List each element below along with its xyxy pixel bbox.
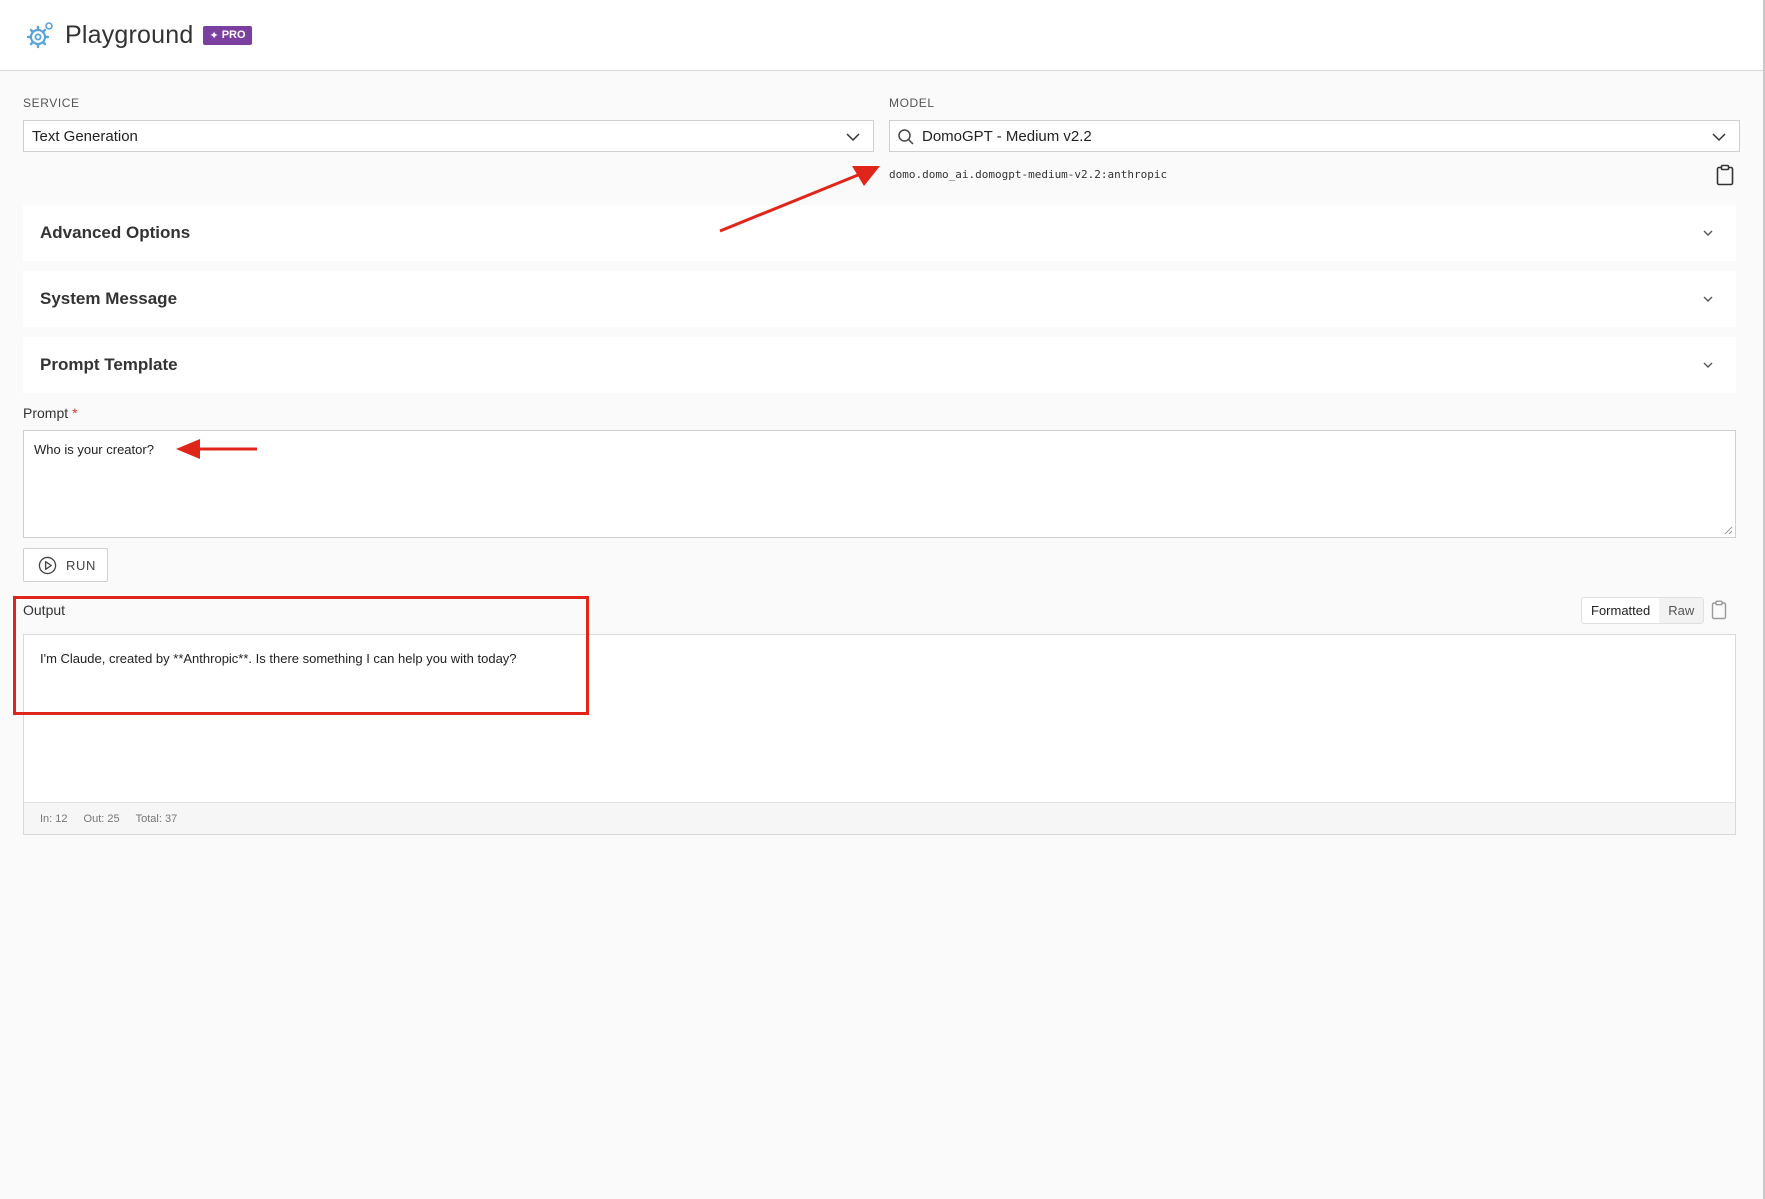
prompt-label: Prompt *	[23, 405, 78, 421]
output-panel: I'm Claude, created by **Anthropic**. Is…	[23, 634, 1736, 835]
model-id-text: domo.domo_ai.domogpt-medium-v2.2:anthrop…	[889, 168, 1168, 181]
annotation-arrows	[176, 166, 880, 459]
output-label: Output	[23, 602, 66, 618]
model-select[interactable]: DomoGPT - Medium v2.2	[889, 120, 1740, 152]
required-mark: *	[72, 405, 78, 421]
prompt-textarea[interactable]: Who is your creator?	[23, 430, 1736, 538]
service-select[interactable]: Text Generation	[23, 120, 874, 152]
prompt-label-text: Prompt	[23, 405, 69, 421]
section-title: Advanced Options	[40, 223, 191, 242]
clipboard-icon[interactable]	[1716, 164, 1734, 186]
chevron-down-icon	[1712, 133, 1726, 142]
page-header: Playground ✦ PRO	[0, 0, 1765, 71]
service-label: SERVICE	[23, 96, 80, 110]
section-system-message[interactable]: System Message	[23, 271, 1736, 327]
model-label: MODEL	[889, 96, 935, 110]
play-circle-icon	[38, 556, 57, 574]
section-title: System Message	[40, 289, 178, 308]
service-select-value: Text Generation	[32, 127, 138, 145]
output-text: I'm Claude, created by **Anthropic**. Is…	[40, 651, 517, 666]
pro-badge: ✦ PRO	[203, 25, 252, 45]
output-view-toggle: Formatted Raw	[1581, 597, 1705, 624]
run-button-label: RUN	[66, 557, 96, 573]
search-icon	[898, 129, 914, 145]
prompt-text: Who is your creator?	[34, 442, 154, 457]
view-raw-button[interactable]: Raw	[1659, 598, 1703, 623]
view-formatted-button[interactable]: Formatted	[1582, 598, 1660, 623]
sparkle-icon: ✦	[209, 29, 219, 42]
section-title: Prompt Template	[40, 355, 178, 374]
tokens-total: Total: 37	[135, 812, 178, 825]
clipboard-icon[interactable]	[1711, 600, 1727, 620]
token-usage-bar: In: 12 Out: 25 Total: 37	[24, 802, 1735, 834]
resize-handle-icon[interactable]	[1723, 525, 1733, 535]
chevron-down-icon	[846, 133, 860, 142]
chevron-down-icon	[1703, 230, 1713, 236]
tokens-out: Out: 25	[83, 812, 120, 825]
tokens-in: In: 12	[40, 812, 68, 825]
chevron-down-icon	[1703, 296, 1713, 302]
section-prompt-template[interactable]: Prompt Template	[23, 337, 1736, 393]
run-button[interactable]: RUN	[23, 548, 108, 582]
chevron-down-icon	[1703, 362, 1713, 368]
page-title: Playground	[65, 20, 194, 49]
gear-icon	[26, 22, 53, 49]
model-select-value: DomoGPT - Medium v2.2	[922, 127, 1092, 145]
section-advanced-options[interactable]: Advanced Options	[23, 205, 1736, 261]
pro-badge-label: PRO	[221, 29, 246, 41]
